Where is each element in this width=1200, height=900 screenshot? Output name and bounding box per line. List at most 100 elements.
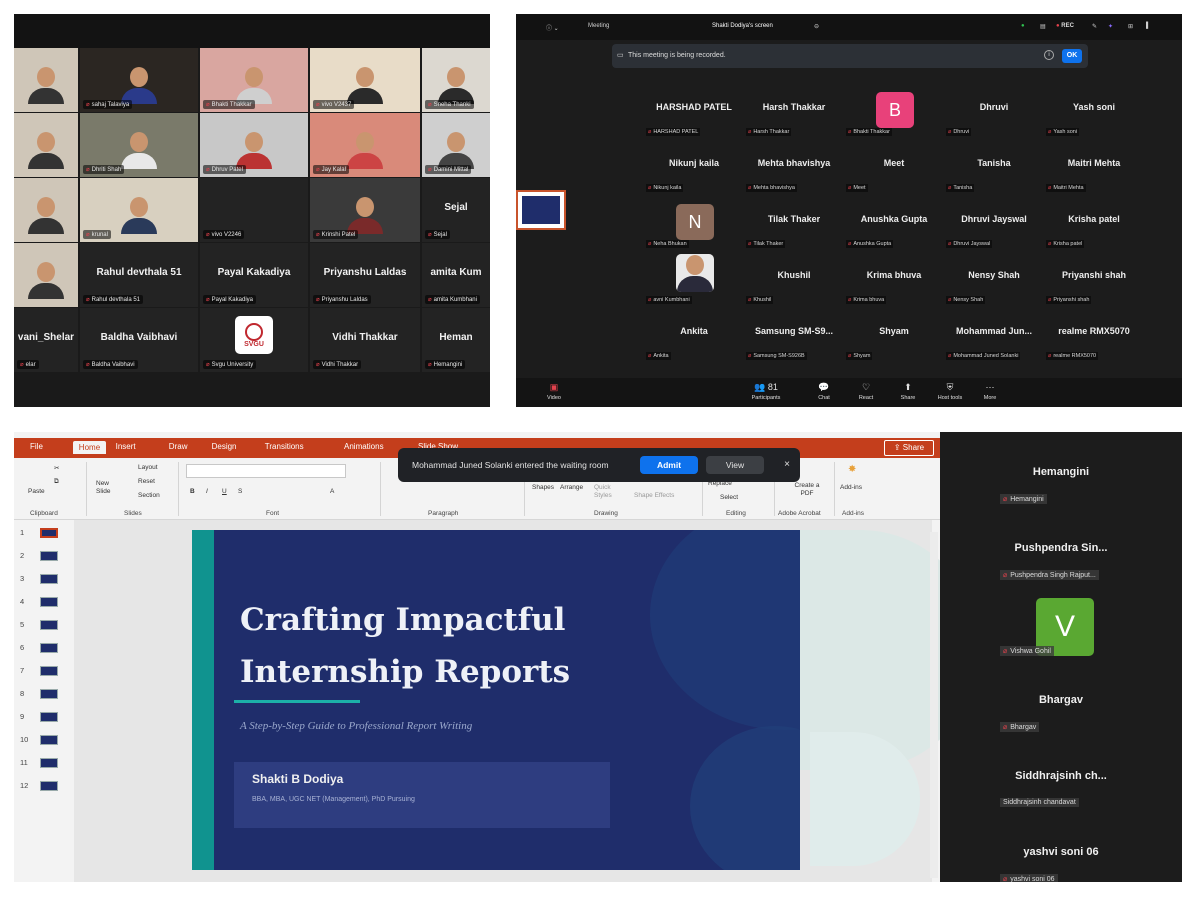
reset-button[interactable]: Reset [138, 478, 155, 485]
italic-button[interactable]: I [206, 488, 208, 495]
tab-animations[interactable]: Animations [344, 442, 384, 451]
tab-home[interactable]: Home [72, 441, 107, 454]
current-slide[interactable]: Crafting Impactful Internship Reports A … [192, 530, 800, 870]
participant-tile[interactable]: Baldha Vaibhavi ⌀ Baldha Vaibhavi [80, 308, 198, 372]
create-pdf-button[interactable]: Create a PDF [792, 482, 822, 498]
participant-tile[interactable]: B ⌀ Bhakti Thakkar [846, 88, 942, 142]
bold-button[interactable]: B [190, 488, 195, 495]
participant-tile[interactable]: ⌀ vivo V2437 [310, 48, 420, 112]
participant-tile[interactable]: Khushil ⌀ Khushil [746, 256, 842, 310]
participant-tile[interactable]: yashvi soni 06 ⌀ yashvi soni 06 [940, 818, 1182, 882]
info-icon[interactable]: ⓘ ⌄ [546, 23, 559, 32]
participant-tile[interactable]: Pushpendra Sin... ⌀ Pushpendra Singh Rajpu… [940, 514, 1182, 590]
vertical-scrollbar[interactable] [930, 532, 938, 878]
slide-thumbnail[interactable]: 1 [18, 526, 68, 540]
shapes-button[interactable]: Shapes [532, 484, 554, 491]
participants-button[interactable]: 👥 81 Participants [744, 382, 788, 401]
participant-tile[interactable]: Mohammad Jun... ⌀ Mohammad Juned Solanki [946, 312, 1042, 366]
participant-tile[interactable]: Mehta bhavishya ⌀ Mehta bhavishya [746, 144, 842, 198]
addins-button[interactable]: Add-ins [840, 484, 862, 491]
tab-transitions[interactable]: Transitions [265, 442, 304, 451]
participant-tile[interactable]: Hemangini ⌀ Hemangini [940, 438, 1182, 514]
participant-tile[interactable]: ⌀ Damini Mittal [422, 113, 490, 177]
more-button[interactable]: ⋯ More [968, 382, 1012, 401]
participant-tile[interactable]: Anushka Gupta ⌀ Anushka Gupta [846, 200, 942, 254]
participant-tile[interactable]: ⌀ Bhakti Thakkar [200, 48, 308, 112]
participant-tile[interactable]: Tilak Thaker ⌀ Tilak Thaker [746, 200, 842, 254]
caption-icon[interactable]: ▤ [1040, 23, 1046, 30]
participant-tile[interactable]: Priyanshi shah ⌀ Priyanshi shah [1046, 256, 1142, 310]
chat-button[interactable]: 💬 Chat [802, 382, 846, 401]
shared-screen-thumbnail[interactable] [516, 190, 566, 230]
slide-thumbnail[interactable]: 11 [18, 756, 68, 770]
slide-thumbnail[interactable]: 4 [18, 595, 68, 609]
participant-tile[interactable]: ⌀ Dhriti Shah [80, 113, 198, 177]
react-button[interactable]: ♡ React [844, 382, 888, 401]
view-button[interactable]: View [706, 456, 764, 474]
slide-thumbnail[interactable]: 8 [18, 687, 68, 701]
participant-tile[interactable]: Payal Kakadiya ⌀ Payal Kakadiya [200, 243, 308, 307]
participant-tile[interactable]: Vidhi Thakkar ⌀ Vidhi Thakkar [310, 308, 420, 372]
slide-thumbnail[interactable]: 9 [18, 710, 68, 724]
participant-tile[interactable]: N ⌀ Neha Bhukan [646, 200, 742, 254]
slide-thumbnail[interactable]: 2 [18, 549, 68, 563]
underline-button[interactable]: U [222, 488, 227, 495]
shape-effects-button[interactable]: Shape Effects [634, 492, 674, 499]
participant-tile[interactable] [14, 178, 78, 242]
participant-tile[interactable]: ⌀ avni Kumbhani [646, 254, 742, 310]
slide-thumbnail[interactable]: 6 [18, 641, 68, 655]
participant-tile[interactable] [14, 48, 78, 112]
slide-thumbnail[interactable]: 10 [18, 733, 68, 747]
cut-icon[interactable]: ✂ [54, 464, 59, 472]
participant-tile[interactable]: SVGU ⌀ Svgu University [200, 308, 308, 372]
slide-thumbnail[interactable]: 5 [18, 618, 68, 632]
slide-thumbnail[interactable]: 7 [18, 664, 68, 678]
tab-shared-screen[interactable]: Shakti Dodiya's screen [712, 23, 773, 29]
participant-tile[interactable]: Krisha patel ⌀ Krisha patel [1046, 200, 1142, 254]
participant-tile[interactable]: Nikunj kaila ⌀ Nikunj kaila [646, 144, 742, 198]
participant-tile[interactable]: Tanisha ⌀ Tanisha [946, 144, 1042, 198]
share-button[interactable]: ⇪ Share [884, 440, 934, 456]
participant-tile[interactable]: HARSHAD PATEL ⌀ HARSHAD PATEL [646, 88, 742, 142]
participant-tile[interactable]: Meet ⌀ Meet [846, 144, 942, 198]
participant-tile[interactable] [14, 113, 78, 177]
tab-insert[interactable]: Insert [116, 442, 136, 451]
participant-tile[interactable]: Dhruvi Jayswal ⌀ Dhruvi Jayswal [946, 200, 1042, 254]
participant-tile[interactable]: Ankita ⌀ Ankita [646, 312, 742, 366]
participant-tile[interactable]: vani_Shelar ⌀ elar [14, 308, 78, 372]
participant-tile[interactable]: Siddhrajsinh ch... Siddhrajsinh chandavat [940, 742, 1182, 818]
participant-tile[interactable]: ⌀ krunal [80, 178, 198, 242]
close-icon[interactable]: × [784, 459, 790, 470]
video-button[interactable]: ▣ Video [532, 382, 576, 401]
participant-tile[interactable]: Shyam ⌀ Shyam [846, 312, 942, 366]
paste-button[interactable]: Paste [28, 488, 45, 495]
participant-tile[interactable]: ⌀ Dhruv Patel [200, 113, 308, 177]
participant-tile[interactable]: ⌀ Jay Kalal [310, 113, 420, 177]
participant-tile[interactable]: Samsung SM-S9... ⌀ Samsung SM-S926B [746, 312, 842, 366]
slide-thumbnail[interactable]: 3 [18, 572, 68, 586]
quick-styles-button[interactable]: Quick Styles [594, 484, 620, 500]
share-button[interactable]: ⬆ Share [886, 382, 930, 401]
participant-tile[interactable]: Nensy Shah ⌀ Nensy Shah [946, 256, 1042, 310]
participant-tile[interactable]: V ⌀ Vishwa Gohil [940, 590, 1182, 666]
participant-tile[interactable]: realme RMX5070 ⌀ realme RMX5070 [1046, 312, 1142, 366]
arrange-button[interactable]: Arrange [560, 484, 583, 491]
participant-tile[interactable]: ⌀ Krinshi Patel [310, 178, 420, 242]
participant-tile[interactable]: Rahul devthala 51 ⌀ Rahul devthala 51 [80, 243, 198, 307]
host-tools-button[interactable]: ⛨ Host tools [928, 382, 972, 401]
recording-indicator[interactable]: ● REC [1056, 23, 1074, 29]
ai-companion-icon[interactable]: ✦ [1108, 23, 1113, 30]
participant-tile[interactable]: Bhargav ⌀ Bhargav [940, 666, 1182, 742]
participant-tile[interactable]: amita Kum ⌀ amita Kumbhani [422, 243, 490, 307]
select-button[interactable]: Select [720, 494, 738, 501]
tab-meeting[interactable]: Meeting [588, 23, 609, 29]
ok-button[interactable]: OK [1062, 49, 1082, 63]
participant-tile[interactable]: ⌀ Sneha Thanki [422, 48, 490, 112]
pen-icon[interactable]: ✎ [1092, 23, 1097, 30]
info-icon[interactable]: i [1044, 50, 1054, 60]
layout-button[interactable]: Layout [138, 464, 158, 471]
sidebar-toggle-icon[interactable]: ▌ [1146, 23, 1150, 29]
participant-tile[interactable]: Heman ⌀ Hemangini [422, 308, 490, 372]
strike-button[interactable]: S [238, 488, 242, 495]
slide-thumbnail[interactable]: 12 [18, 779, 68, 793]
